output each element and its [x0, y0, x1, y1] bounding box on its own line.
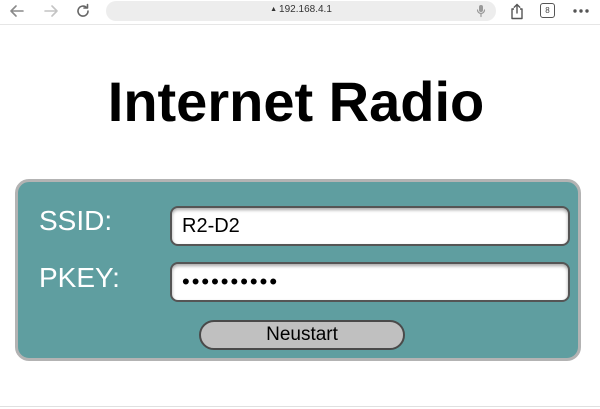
divider [0, 406, 600, 407]
restart-button[interactable]: Neustart [199, 320, 405, 350]
tabs-icon[interactable]: 8 [540, 3, 555, 18]
arrow-right-icon [44, 5, 58, 17]
ssid-input[interactable] [170, 206, 570, 246]
address-text: ▲ 192.168.4.1 [106, 4, 496, 15]
page-title: Internet Radio [107, 70, 485, 133]
pkey-label: PKEY: [39, 262, 120, 293]
wifi-settings-panel: SSID: PKEY: Neustart [15, 179, 581, 361]
more-button[interactable] [570, 1, 592, 21]
reload-icon [77, 3, 89, 17]
reload-button[interactable] [72, 1, 94, 21]
address-bar[interactable]: ▲ 192.168.4.1 [106, 1, 496, 21]
url-text: 192.168.4.1 [279, 4, 332, 15]
share-icon [511, 3, 523, 19]
browser-toolbar: ▲ 192.168.4.1 8 [0, 0, 600, 25]
back-button[interactable] [6, 1, 28, 21]
share-button[interactable] [506, 1, 528, 21]
microphone-icon[interactable] [476, 4, 486, 23]
lock-icon: ▲ [270, 6, 278, 13]
pkey-input[interactable] [170, 262, 570, 302]
ssid-label: SSID: [39, 205, 113, 236]
arrow-left-icon [10, 5, 24, 17]
more-dots-icon [573, 9, 589, 13]
forward-button[interactable] [40, 1, 62, 21]
